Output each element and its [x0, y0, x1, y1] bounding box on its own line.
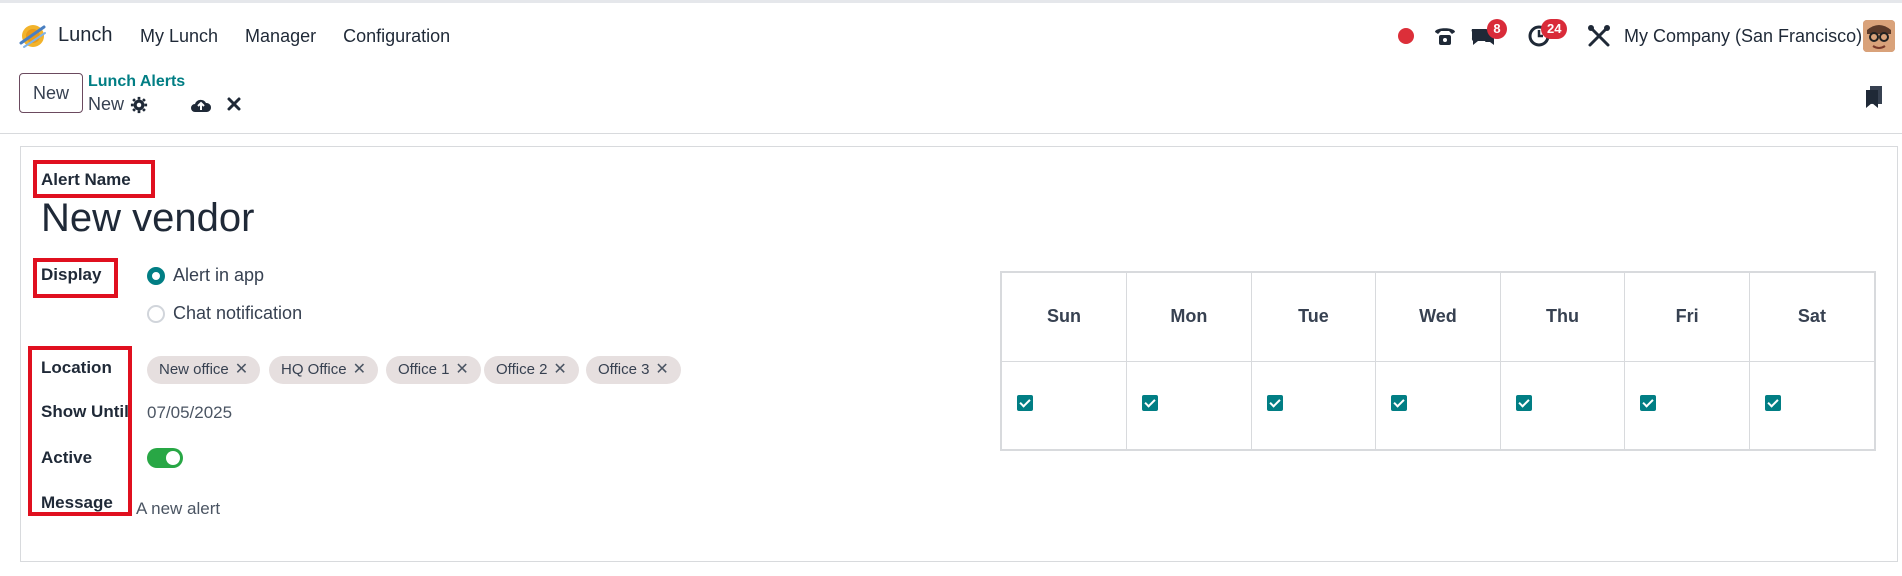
checkbox-mon[interactable]	[1142, 394, 1159, 411]
remove-tag-icon[interactable]: ✕	[553, 361, 566, 378]
location-label: Location	[41, 358, 112, 377]
user-avatar[interactable]	[1863, 20, 1895, 52]
phone-icon[interactable]	[1432, 23, 1458, 49]
save-cloud-icon[interactable]	[190, 96, 212, 114]
debug-tools-icon[interactable]	[1586, 23, 1612, 49]
weekday-cell	[1002, 361, 1128, 449]
location-tag[interactable]: HQ Office ✕	[269, 356, 378, 384]
menu-configuration[interactable]: Configuration	[343, 26, 450, 47]
record-name: New	[88, 94, 125, 114]
location-tag[interactable]: Office 2 ✕	[484, 356, 579, 384]
weekday-header-wed: Wed	[1375, 273, 1501, 362]
active-label: Active	[41, 448, 93, 467]
active-toggle[interactable]	[147, 448, 183, 468]
activities-badge: 24	[1541, 19, 1568, 39]
alert-name-input[interactable]: New vendor	[41, 196, 254, 241]
weekday-header-sat: Sat	[1749, 273, 1874, 362]
control-panel: New Lunch Alerts New	[0, 66, 1902, 134]
weekday-header-mon: Mon	[1126, 273, 1252, 362]
weekday-header-tue: Tue	[1251, 273, 1377, 362]
weekday-cell	[1749, 361, 1874, 449]
weekday-cell	[1375, 361, 1501, 449]
weekday-header-fri: Fri	[1624, 273, 1750, 362]
bookmark-icon[interactable]	[1864, 84, 1884, 110]
remove-tag-icon[interactable]: ✕	[455, 361, 468, 378]
discard-close-icon[interactable]	[226, 96, 242, 112]
recording-indicator-icon[interactable]	[1398, 28, 1414, 44]
location-tag-label: Office 3	[598, 361, 650, 378]
remove-tag-icon[interactable]: ✕	[235, 361, 248, 378]
menu-manager[interactable]: Manager	[245, 26, 316, 47]
checkbox-wed[interactable]	[1391, 394, 1408, 411]
radio-label-alert-in-app[interactable]: Alert in app	[173, 265, 264, 286]
location-tag-label: Office 1	[398, 361, 450, 378]
company-switcher[interactable]: My Company (San Francisco)	[1624, 26, 1862, 47]
new-button[interactable]: New	[19, 73, 83, 113]
checkbox-sun[interactable]	[1017, 394, 1033, 411]
weekday-header-thu: Thu	[1500, 273, 1626, 362]
location-tag[interactable]: Office 1 ✕	[386, 356, 481, 384]
weekday-header-sun: Sun	[1002, 273, 1128, 362]
checkbox-tue[interactable]	[1266, 394, 1283, 411]
checkbox-sat[interactable]	[1764, 394, 1781, 411]
location-tag[interactable]: New office ✕	[147, 356, 261, 384]
weekday-cell	[1500, 361, 1626, 449]
messages-badge: 8	[1487, 19, 1507, 39]
location-tag-label: HQ Office	[281, 361, 347, 378]
display-label: Display	[41, 265, 102, 284]
weekday-cell	[1126, 361, 1252, 449]
radio-alert-in-app[interactable]	[147, 267, 165, 285]
remove-tag-icon[interactable]: ✕	[353, 361, 366, 378]
message-label: Message	[41, 493, 113, 512]
message-input[interactable]: A new alert	[136, 499, 220, 519]
app-name[interactable]: Lunch	[58, 24, 113, 47]
main-menu: My Lunch Manager Configuration	[140, 26, 450, 47]
radio-chat-notification[interactable]	[147, 305, 165, 323]
gear-icon[interactable]	[130, 96, 148, 114]
show-until-input[interactable]: 07/05/2025	[147, 403, 232, 423]
breadcrumb-lunch-alerts[interactable]: Lunch Alerts	[88, 73, 185, 91]
checkbox-thu[interactable]	[1515, 394, 1532, 411]
alert-name-label: Alert Name	[41, 170, 131, 189]
menu-my-lunch[interactable]: My Lunch	[140, 26, 218, 47]
location-tag-label: New office	[159, 361, 229, 378]
location-tag[interactable]: Office 3 ✕	[586, 356, 681, 384]
radio-label-chat-notification[interactable]: Chat notification	[173, 303, 302, 324]
top-navbar: Lunch My Lunch Manager Configuration 8 2…	[0, 0, 1902, 66]
show-until-label: Show Until	[41, 402, 129, 421]
weekday-table: Sun Mon Tue Wed Thu Fri Sat	[1000, 271, 1876, 451]
remove-tag-icon[interactable]: ✕	[655, 361, 668, 378]
weekday-cell	[1251, 361, 1377, 449]
lunch-app-icon[interactable]	[18, 21, 48, 51]
weekday-cell	[1624, 361, 1750, 449]
location-tag-label: Office 2	[496, 361, 548, 378]
checkbox-fri[interactable]	[1640, 394, 1657, 411]
